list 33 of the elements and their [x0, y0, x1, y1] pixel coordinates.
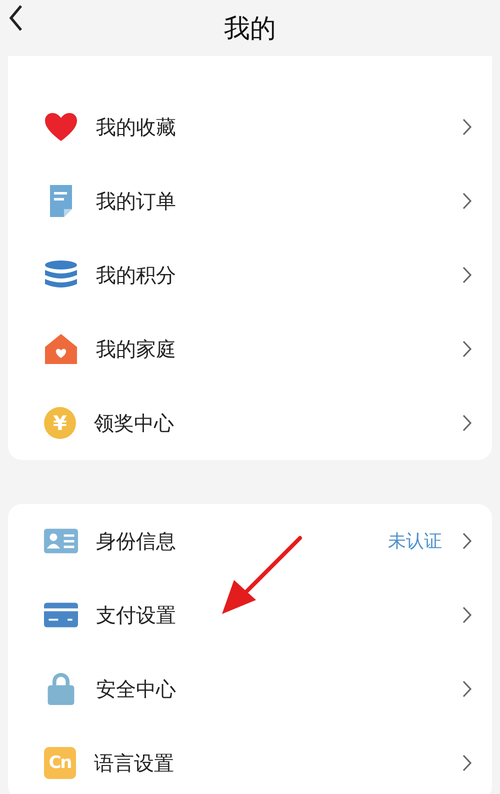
back-icon[interactable] — [8, 4, 24, 32]
yen-coin-icon: ¥ — [44, 407, 76, 439]
menu-label: 支付设置 — [96, 602, 177, 628]
chevron-icon — [462, 266, 472, 284]
chevron-icon — [462, 192, 472, 210]
chevron-icon — [462, 340, 472, 358]
chevron-icon — [462, 754, 472, 772]
menu-item[interactable]: 安全中心 — [8, 652, 492, 726]
menu-item[interactable]: Cn 语言设置 — [8, 726, 492, 794]
menu-label: 语言设置 — [94, 750, 175, 776]
menu-label: 我的收藏 — [96, 114, 177, 140]
status-text: 未认证 — [388, 530, 442, 553]
menu-label: 领奖中心 — [94, 410, 175, 436]
house-icon — [44, 332, 78, 366]
menu-label: 身份信息 — [96, 528, 177, 554]
chevron-icon — [462, 414, 472, 432]
menu-label: 我的家庭 — [96, 336, 177, 362]
language-icon: Cn — [44, 747, 76, 779]
page-title: 我的 — [224, 12, 276, 46]
menu-item[interactable]: ¥ 领奖中心 — [8, 386, 492, 460]
menu-item[interactable]: 我的家庭 — [8, 312, 492, 386]
menu-item[interactable]: 我的收藏 — [8, 90, 492, 164]
menu-item[interactable]: 我的积分 — [8, 238, 492, 312]
menu-label: 我的订单 — [96, 188, 177, 214]
menu-item[interactable]: 身份信息 未认证 — [8, 504, 492, 578]
chevron-icon — [462, 606, 472, 624]
chevron-icon — [462, 532, 472, 550]
heart-icon — [44, 110, 78, 144]
menu-label: 我的积分 — [96, 262, 177, 288]
chevron-icon — [462, 680, 472, 698]
menu-label: 安全中心 — [96, 676, 177, 702]
menu-item[interactable]: 我的订单 — [8, 164, 492, 238]
chevron-icon — [462, 118, 472, 136]
